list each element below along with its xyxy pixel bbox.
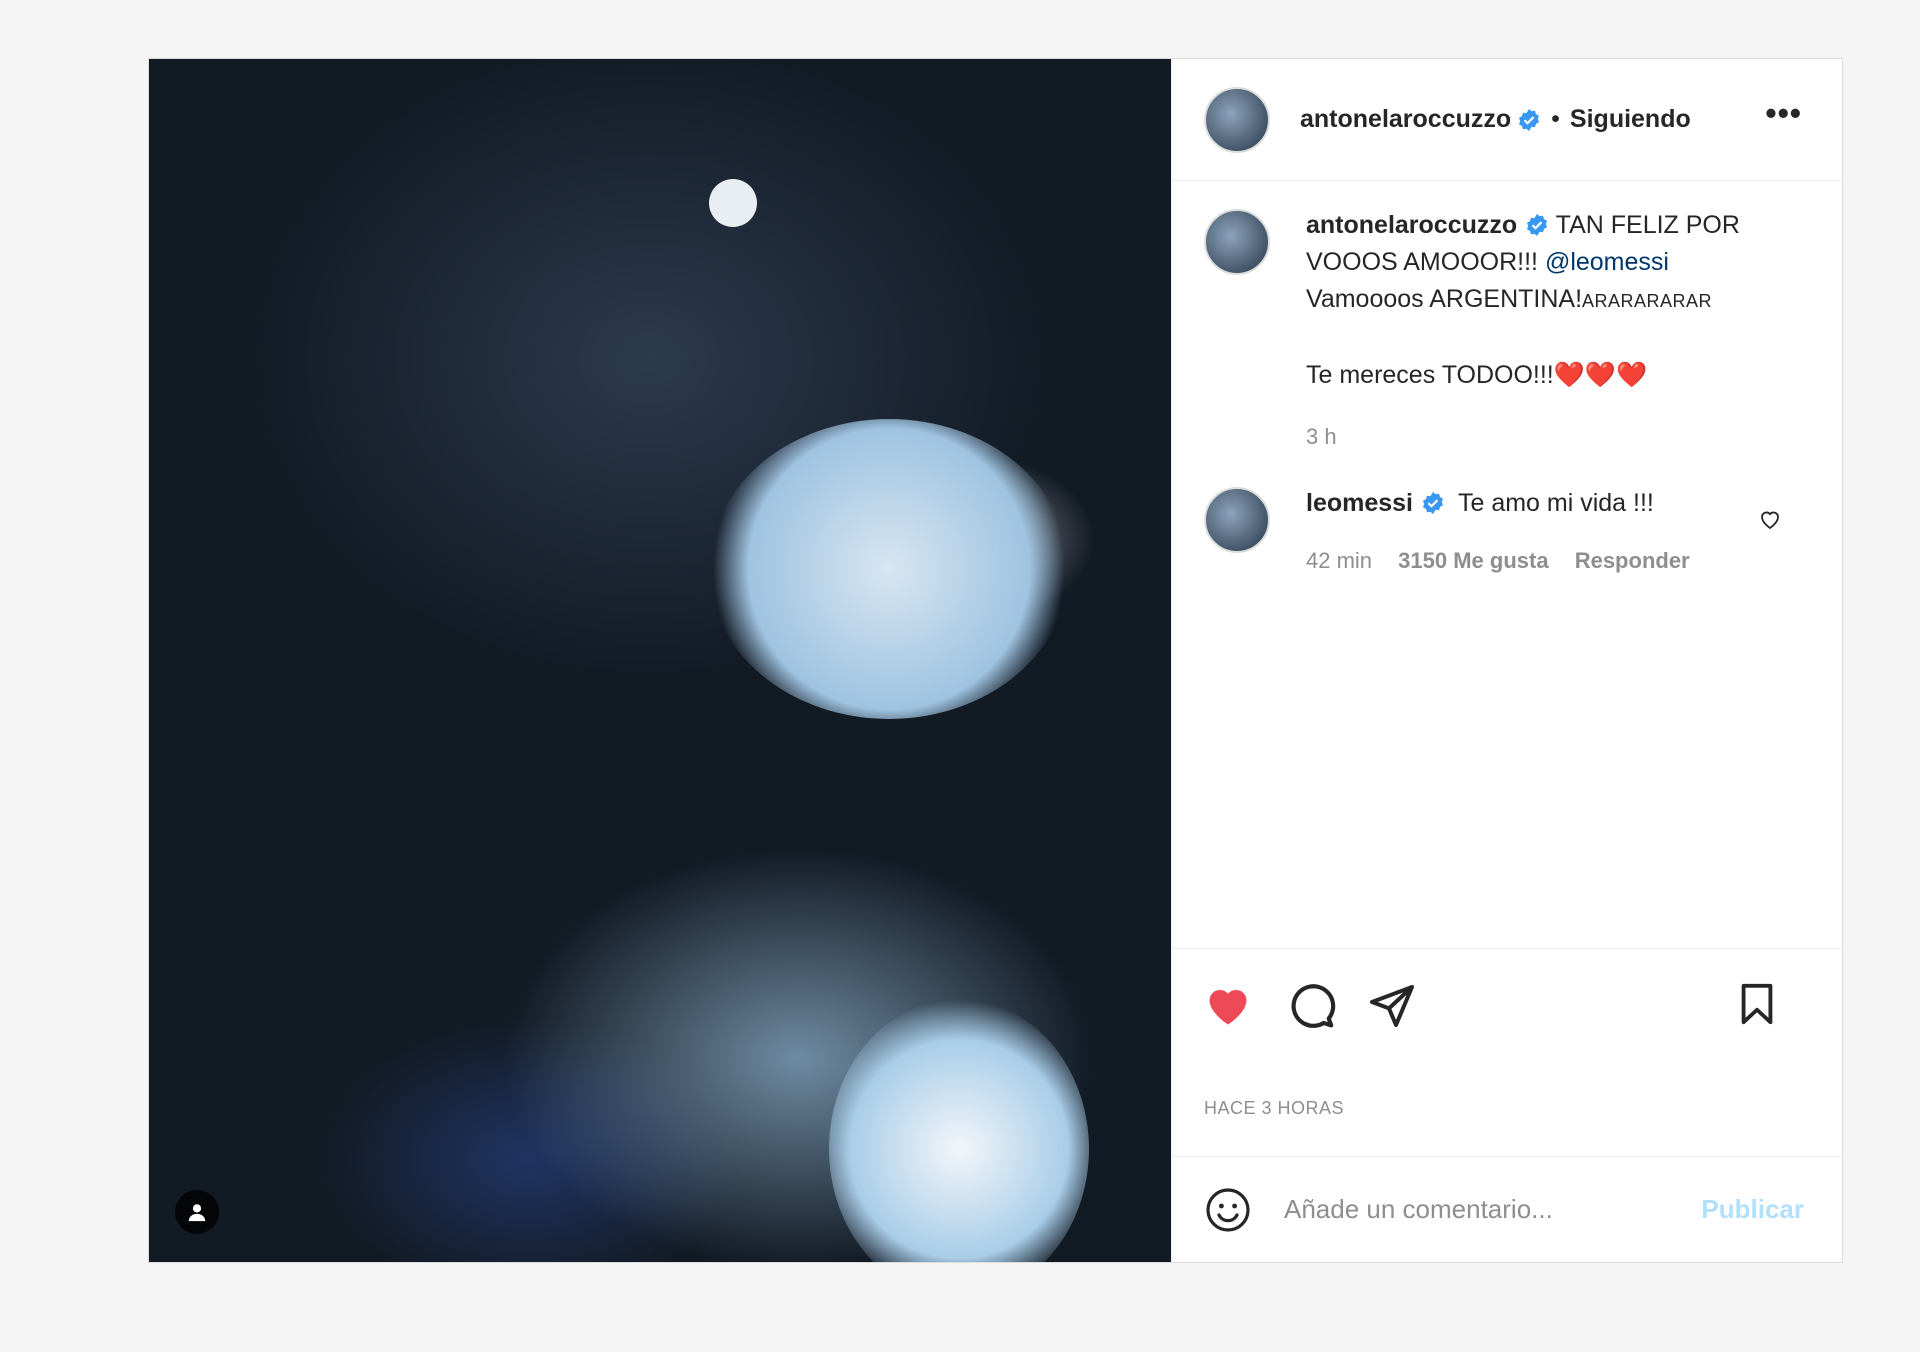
tagged-users-button[interactable] [175,1190,219,1234]
comment-input[interactable] [1282,1193,1696,1226]
reply-text: leomessi Te amo mi vida !!! 42 min 3150 … [1306,485,1810,579]
caption-username[interactable]: antonelaroccuzzo [1306,211,1517,239]
header-username[interactable]: antonelaroccuzzo [1300,105,1511,134]
following-button[interactable]: Siguiendo [1570,105,1691,134]
instagram-post: antonelaroccuzzo • Siguiendo ••• antonel… [148,58,1843,1263]
heart-emojis: ❤️❤️❤️ [1553,361,1648,389]
bookmark-icon[interactable] [1734,981,1780,1027]
verified-badge-icon [1519,108,1540,131]
verified-badge-icon [1423,492,1444,514]
add-comment-bar: Publicar [1172,1156,1842,1262]
avatar[interactable] [1204,209,1270,275]
reply-username[interactable]: leomessi [1306,489,1413,517]
more-options-icon[interactable]: ••• [1765,97,1802,129]
verified-badge-icon [1527,214,1548,236]
player-figure [709,419,1069,719]
emoji-smiley-icon[interactable] [1204,1186,1252,1234]
avatar[interactable] [1204,487,1270,553]
action-bar [1172,948,1842,1060]
publish-button[interactable]: Publicar [1695,1193,1810,1226]
stadium-light [709,179,757,227]
comments-section: antonelaroccuzzo TAN FELIZ POR VOOOS AMO… [1172,181,1842,948]
post-timestamp[interactable]: HACE 3 HORAS [1172,1060,1842,1156]
reply-time[interactable]: 42 min [1306,548,1372,573]
mention-link[interactable]: @leomessi [1545,248,1669,276]
reply-body: Te amo mi vida !!! [1457,489,1654,517]
jersey-figure [829,999,1089,1262]
caption-tail: ARARARARAR [1582,291,1713,311]
comment-bubble-icon[interactable] [1286,980,1336,1030]
share-send-icon[interactable] [1368,981,1416,1029]
caption-time[interactable]: 3 h [1306,424,1337,449]
reply-comment: leomessi Te amo mi vida !!! 42 min 3150 … [1204,485,1810,579]
post-header: antonelaroccuzzo • Siguiendo ••• [1172,59,1842,181]
reply-button[interactable]: Responder [1575,548,1690,573]
user-icon [188,1204,206,1222]
like-comment-heart-icon[interactable] [1758,507,1782,531]
caption-line3: Te mereces TODOO!!! [1306,361,1554,389]
post-photo[interactable] [149,59,1171,1262]
caption-comment: antonelaroccuzzo TAN FELIZ POR VOOOS AMO… [1204,207,1810,455]
avatar[interactable] [1204,86,1270,153]
reply-meta: 42 min 3150 Me gusta Responder [1306,542,1810,579]
caption-text: antonelaroccuzzo TAN FELIZ POR VOOOS AMO… [1306,207,1810,455]
separator-dot: • [1551,105,1560,133]
post-sidebar: antonelaroccuzzo • Siguiendo ••• antonel… [1171,59,1842,1262]
caption-line2: Vamoooos ARGENTINA! [1306,285,1583,313]
caption-meta: 3 h [1306,418,1810,455]
reply-likes[interactable]: 3150 Me gusta [1398,548,1548,573]
like-heart-icon[interactable] [1202,979,1254,1031]
